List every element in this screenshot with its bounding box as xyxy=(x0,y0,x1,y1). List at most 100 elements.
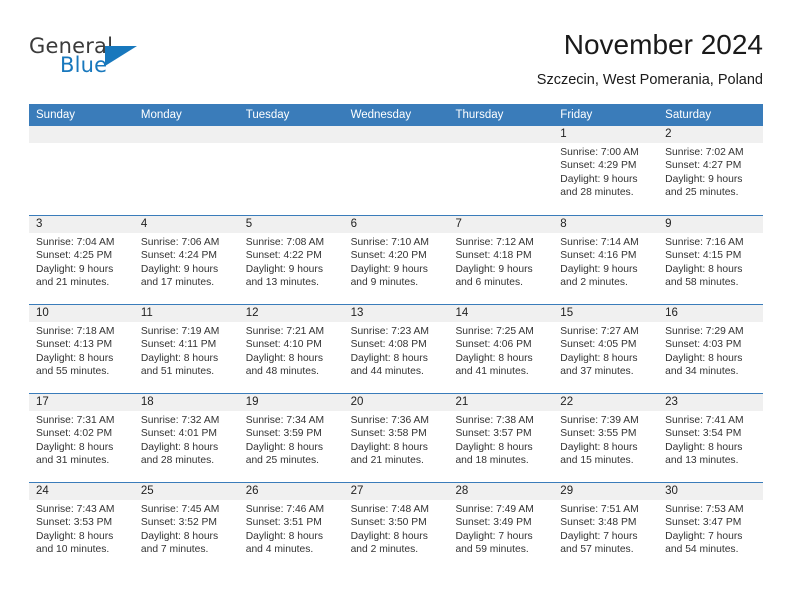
calendar-day-cell[interactable]: 10 Sunrise: 7:18 AM Sunset: 4:13 PM Dayligh… xyxy=(29,305,134,393)
daylight-text-line1: Daylight: 9 hours xyxy=(36,263,114,275)
day-details: Sunrise: 7:02 AM Sunset: 4:27 PM Daylight:… xyxy=(658,143,763,200)
daylight-text-line2: and 2 minutes. xyxy=(560,277,628,289)
calendar-day-cell[interactable]: 6 Sunrise: 7:10 AM Sunset: 4:20 PM Daylight… xyxy=(343,216,449,304)
calendar-day-cell[interactable]: 18 Sunrise: 7:32 AM Sunset: 4:01 PM Dayligh… xyxy=(133,394,239,482)
calendar-day-cell[interactable]: 9 Sunrise: 7:16 AM Sunset: 4:15 PM Daylight… xyxy=(658,216,764,304)
day-number: 29 xyxy=(553,483,659,500)
calendar-day-cell[interactable]: 3 Sunrise: 7:04 AM Sunset: 4:25 PM Daylight… xyxy=(29,216,134,304)
calendar-day-cell[interactable]: 24 Sunrise: 7:43 AM Sunset: 3:53 PM Dayligh… xyxy=(29,483,134,571)
daylight-text-line1: Daylight: 7 hours xyxy=(455,530,533,542)
calendar-day-cell[interactable]: 19 Sunrise: 7:34 AM Sunset: 3:59 PM Dayligh… xyxy=(238,394,344,482)
daylight-text-line1: Daylight: 8 hours xyxy=(245,352,323,364)
daylight-text-line2: and 25 minutes. xyxy=(665,187,739,199)
calendar-day-cell[interactable]: 15 Sunrise: 7:27 AM Sunset: 4:05 PM Dayligh… xyxy=(553,305,659,393)
page-header: General Blue November 2024 Szczecin, Wes… xyxy=(29,28,763,100)
triangle-logo-icon xyxy=(105,46,137,66)
calendar-day-cell[interactable]: 8 Sunrise: 7:14 AM Sunset: 4:16 PM Daylight… xyxy=(553,216,659,304)
sunrise-text: Sunrise: 7:21 AM xyxy=(245,326,325,337)
day-number: 11 xyxy=(133,305,239,322)
sunset-text: Sunset: 4:05 PM xyxy=(560,339,637,351)
day-number: 24 xyxy=(29,483,134,500)
day-number: 19 xyxy=(238,394,344,411)
day-number: 10 xyxy=(29,305,134,322)
calendar-day-cell[interactable]: 23 Sunrise: 7:41 AM Sunset: 3:54 PM Dayligh… xyxy=(658,394,764,482)
calendar-day-cell[interactable]: 22 Sunrise: 7:39 AM Sunset: 3:55 PM Dayligh… xyxy=(553,394,659,482)
day-number: 27 xyxy=(343,483,449,500)
calendar-day-cell[interactable]: 30 Sunrise: 7:53 AM Sunset: 3:47 PM Dayligh… xyxy=(658,483,764,571)
calendar-day-cell-empty xyxy=(29,126,134,215)
daylight-text-line2: and 7 minutes. xyxy=(140,544,209,556)
calendar-day-cell[interactable]: 7 Sunrise: 7:12 AM Sunset: 4:18 PM Daylight… xyxy=(448,216,554,304)
sunrise-text: Sunrise: 7:41 AM xyxy=(665,415,744,426)
sunset-text: Sunset: 3:58 PM xyxy=(350,428,427,440)
calendar-day-cell-empty xyxy=(238,126,344,215)
calendar-day-cell[interactable]: 13 Sunrise: 7:23 AM Sunset: 4:08 PM Dayligh… xyxy=(343,305,449,393)
brand-logo[interactable]: General Blue xyxy=(29,34,229,86)
calendar-day-cell[interactable]: 2 Sunrise: 7:02 AM Sunset: 4:27 PM Daylight… xyxy=(658,126,764,215)
daylight-text-line2: and 13 minutes. xyxy=(665,455,739,467)
calendar-week-row: 10 Sunrise: 7:18 AM Sunset: 4:13 PM Dayligh… xyxy=(29,304,764,393)
day-number: 15 xyxy=(553,305,659,322)
daylight-text-line1: Daylight: 7 hours xyxy=(665,530,743,542)
day-details: Sunrise: 7:48 AM Sunset: 3:50 PM Daylight:… xyxy=(344,500,449,557)
calendar-day-cell[interactable]: 25 Sunrise: 7:45 AM Sunset: 3:52 PM Dayligh… xyxy=(133,483,239,571)
calendar-week-row: 24 Sunrise: 7:43 AM Sunset: 3:53 PM Dayligh… xyxy=(29,482,764,571)
sunset-text: Sunset: 4:11 PM xyxy=(140,339,217,351)
calendar-day-cell[interactable]: 17 Sunrise: 7:31 AM Sunset: 4:02 PM Dayligh… xyxy=(29,394,134,482)
calendar-day-cell-empty xyxy=(343,126,449,215)
calendar-day-cell-empty xyxy=(448,126,554,215)
sunset-text: Sunset: 4:18 PM xyxy=(455,250,532,262)
calendar-day-cell[interactable]: 12 Sunrise: 7:21 AM Sunset: 4:10 PM Dayligh… xyxy=(238,305,344,393)
sunrise-text: Sunrise: 7:27 AM xyxy=(560,326,639,337)
calendar-day-cell[interactable]: 16 Sunrise: 7:29 AM Sunset: 4:03 PM Dayligh… xyxy=(658,305,764,393)
daylight-text-line1: Daylight: 8 hours xyxy=(665,263,743,275)
day-number: 16 xyxy=(658,305,764,322)
daylight-text-line1: Daylight: 8 hours xyxy=(665,441,743,453)
daylight-text-line2: and 48 minutes. xyxy=(245,366,319,378)
day-number: 13 xyxy=(343,305,449,322)
day-number: 8 xyxy=(553,216,659,233)
daylight-text-line2: and 4 minutes. xyxy=(245,544,314,556)
calendar-day-cell[interactable]: 11 Sunrise: 7:19 AM Sunset: 4:11 PM Dayligh… xyxy=(133,305,239,393)
calendar-grid: Sunday Monday Tuesday Wednesday Thursday… xyxy=(29,104,764,571)
calendar-day-cell[interactable]: 1 Sunrise: 7:00 AM Sunset: 4:29 PM Daylight… xyxy=(553,126,659,215)
calendar-day-cell[interactable]: 4 Sunrise: 7:06 AM Sunset: 4:24 PM Daylight… xyxy=(133,216,239,304)
daylight-text-line1: Daylight: 9 hours xyxy=(560,263,638,275)
calendar-day-cell[interactable]: 20 Sunrise: 7:36 AM Sunset: 3:58 PM Dayligh… xyxy=(343,394,449,482)
calendar-day-cell[interactable]: 28 Sunrise: 7:49 AM Sunset: 3:49 PM Dayligh… xyxy=(448,483,554,571)
sunrise-text: Sunrise: 7:38 AM xyxy=(455,415,534,426)
sunrise-text: Sunrise: 7:34 AM xyxy=(245,415,325,426)
sunrise-text: Sunrise: 7:10 AM xyxy=(350,237,429,248)
daylight-text-line1: Daylight: 8 hours xyxy=(350,530,428,542)
day-details: Sunrise: 7:08 AM Sunset: 4:22 PM Daylight:… xyxy=(239,233,344,290)
daylight-text-line2: and 59 minutes. xyxy=(455,544,529,556)
sunrise-text: Sunrise: 7:29 AM xyxy=(665,326,744,337)
day-of-week-header: Sunday Monday Tuesday Wednesday Thursday… xyxy=(29,104,763,126)
brand-name-blue: Blue xyxy=(60,53,108,77)
sunrise-text: Sunrise: 7:48 AM xyxy=(350,504,429,515)
calendar-day-cell[interactable]: 26 Sunrise: 7:46 AM Sunset: 3:51 PM Dayligh… xyxy=(238,483,344,571)
day-number xyxy=(343,126,449,143)
day-number: 4 xyxy=(133,216,239,233)
calendar-day-cell[interactable]: 5 Sunrise: 7:08 AM Sunset: 4:22 PM Daylight… xyxy=(238,216,344,304)
dow-sunday: Sunday xyxy=(36,109,76,121)
day-details: Sunrise: 7:39 AM Sunset: 3:55 PM Daylight:… xyxy=(553,411,658,468)
day-details: Sunrise: 7:19 AM Sunset: 4:11 PM Daylight:… xyxy=(134,322,239,379)
day-details: Sunrise: 7:23 AM Sunset: 4:08 PM Daylight:… xyxy=(344,322,449,379)
day-details: Sunrise: 7:53 AM Sunset: 3:47 PM Daylight:… xyxy=(658,500,763,557)
calendar-day-cell[interactable]: 27 Sunrise: 7:48 AM Sunset: 3:50 PM Dayligh… xyxy=(343,483,449,571)
title-block: November 2024 Szczecin, West Pomerania, … xyxy=(537,28,763,91)
calendar-day-cell[interactable]: 14 Sunrise: 7:25 AM Sunset: 4:06 PM Dayligh… xyxy=(448,305,554,393)
daylight-text-line2: and 21 minutes. xyxy=(350,455,424,467)
day-number xyxy=(133,126,239,143)
sunset-text: Sunset: 4:01 PM xyxy=(140,428,217,440)
sunset-text: Sunset: 3:52 PM xyxy=(140,517,217,529)
day-details: Sunrise: 7:04 AM Sunset: 4:25 PM Daylight:… xyxy=(29,233,134,290)
calendar-day-cell[interactable]: 21 Sunrise: 7:38 AM Sunset: 3:57 PM Dayligh… xyxy=(448,394,554,482)
calendar-day-cell[interactable]: 29 Sunrise: 7:51 AM Sunset: 3:48 PM Dayligh… xyxy=(553,483,659,571)
daylight-text-line1: Daylight: 9 hours xyxy=(140,263,219,275)
day-details: Sunrise: 7:21 AM Sunset: 4:10 PM Daylight:… xyxy=(239,322,344,379)
sunrise-text: Sunrise: 7:04 AM xyxy=(36,237,115,248)
sunset-text: Sunset: 4:29 PM xyxy=(560,160,637,172)
daylight-text-line2: and 44 minutes. xyxy=(350,366,424,378)
